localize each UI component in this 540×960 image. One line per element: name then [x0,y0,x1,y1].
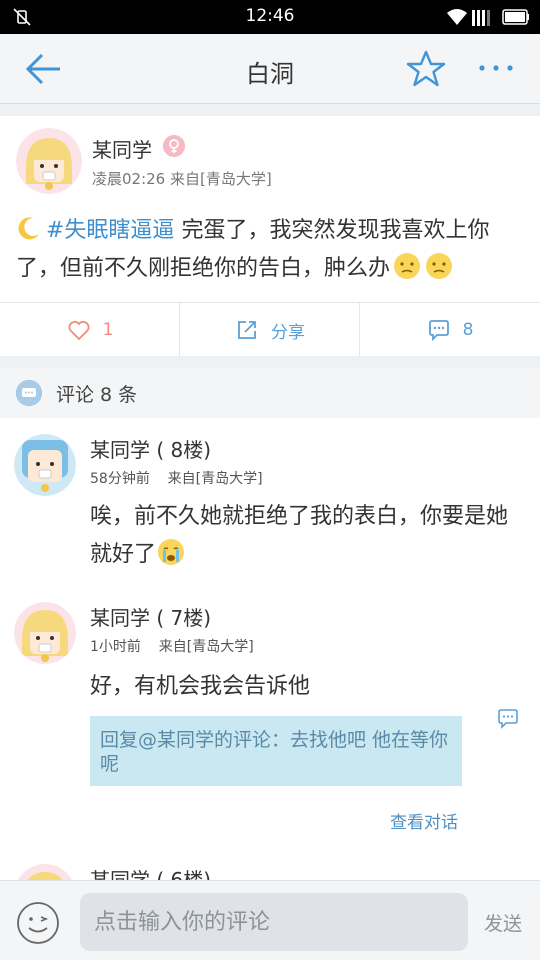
app-header: 白洞 [0,34,540,104]
like-button[interactable]: 1 [0,303,180,357]
emoji-picker-icon[interactable] [16,901,60,945]
comment-item: 某同学 ( 8楼) 58分钟前 来自[青岛大学] 唉，前不久她就拒绝了我的表白，… [0,434,540,604]
topic-tag[interactable]: #失眠瞎逼逼 [46,218,174,243]
status-bar: 12:46 [0,0,540,34]
share-label: 分享 [271,322,305,343]
post-card: 某同学 凌晨02:26 来自[青岛大学] #失眠瞎逼逼 完蛋了，我突然发现我喜欢… [0,116,540,302]
comment-input-bar: 发送 [0,880,540,960]
comment-text: 唉，前不久她就拒绝了我的表白，你要是她就好了 [90,504,509,567]
comment-source: 来自[青岛大学] [158,639,254,655]
post-action-bar: 1 分享 8 [0,302,540,357]
like-count: 1 [102,320,114,340]
author-avatar[interactable] [16,128,82,194]
girl-avatar-icon [14,602,76,664]
wifi-icon [447,9,467,25]
sweat-emoji-icon [394,253,421,279]
boy-avatar-icon [14,434,76,496]
post-source: 来自[青岛大学] [170,170,272,188]
crying-emoji-icon [158,539,185,565]
comment-text: 好，有机会我会告诉他 [90,674,311,699]
comment-item: 某同学 ( 7楼) 1小时前 来自[青岛大学] 好，有机会我会告诉他 回复@某同… [0,602,540,852]
commenter-name[interactable]: 某同学 ( 8楼) [90,434,211,463]
signal-icon [472,10,490,26]
post-meta: 凌晨02:26 来自[青岛大学] [92,168,272,189]
sweat-emoji-icon [426,253,453,279]
share-button[interactable]: 分享 [180,303,360,357]
comment-list: 某同学 ( 8楼) 58分钟前 来自[青岛大学] 唉，前不久她就拒绝了我的表白，… [0,418,540,892]
commenter-avatar[interactable] [14,434,76,496]
comment-meta: 1小时前 来自[青岛大学] [90,636,254,656]
comment-bubble-icon [16,380,42,406]
comments-count-label: 评论 8 条 [56,384,138,406]
view-conversation-link[interactable]: 查看对话 [390,808,458,833]
comment-count: 8 [462,320,474,340]
comment-source: 来自[青岛大学] [167,471,263,487]
comment-button[interactable]: 8 [360,303,540,357]
comment-time: 1小时前 [90,639,141,655]
female-icon [163,135,185,157]
comment-time: 58分钟前 [90,471,150,487]
comments-header: 评论 8 条 [0,368,540,418]
author-name[interactable]: 某同学 [92,134,152,163]
commenter-avatar[interactable] [14,602,76,664]
page-title: 白洞 [246,60,294,88]
comment-meta: 58分钟前 来自[青岛大学] [90,468,263,488]
quoted-reply: 回复@某同学的评论：去找他吧 他在等你呢 [90,716,462,786]
post-content: #失眠瞎逼逼 完蛋了，我突然发现我喜欢上你了，但前不久刚拒绝你的告白，肿么办 [16,212,526,288]
post-time: 凌晨02:26 [92,170,166,188]
comment-icon [428,320,449,342]
heart-icon [68,321,90,341]
send-button[interactable]: 发送 [484,909,522,936]
girl-avatar-icon [16,128,82,194]
comment-input[interactable] [80,893,468,951]
more-options-icon[interactable] [476,58,516,78]
moon-icon [18,217,39,240]
star-icon[interactable] [406,49,446,89]
share-icon [238,321,256,339]
battery-icon [502,9,529,25]
reply-comment-icon[interactable] [496,708,520,730]
commenter-name[interactable]: 某同学 ( 7楼) [90,602,211,631]
